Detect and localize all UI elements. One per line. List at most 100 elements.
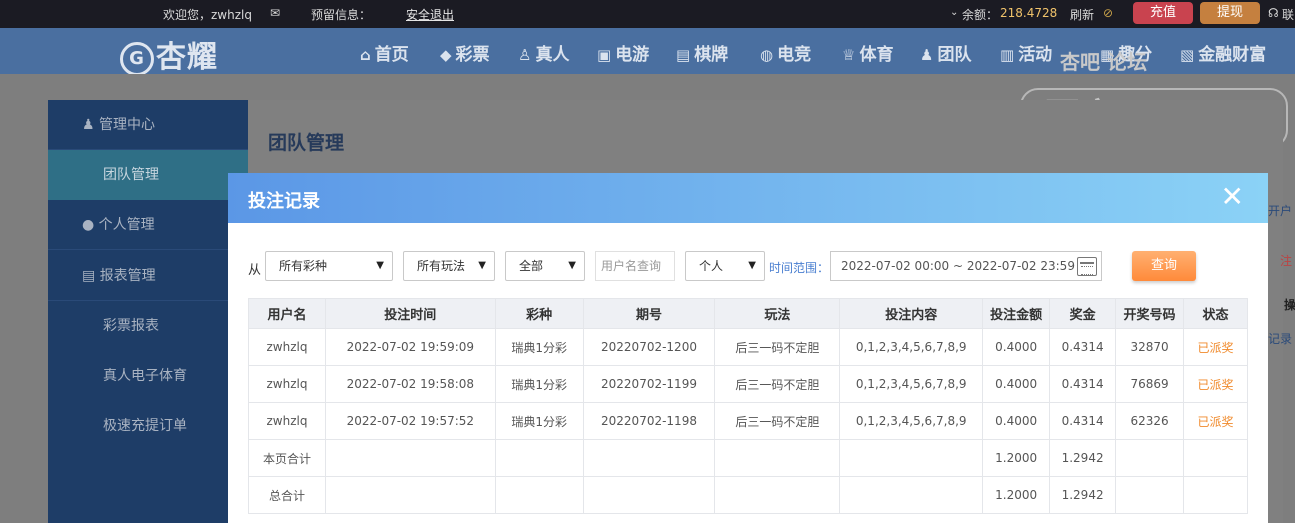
report-icon: ▤ <box>82 268 100 284</box>
nav-team[interactable]: ♟ 团队 <box>920 40 971 65</box>
cell-bet-time: 2022-07-02 19:59:09 <box>324 328 496 366</box>
eye-off-icon[interactable]: ⊘ <box>1103 6 1113 20</box>
cell-content: 0,1,2,3,4,5,6,7,8,9 <box>839 328 984 366</box>
cell-issue: 20220702-1198 <box>582 402 716 440</box>
cell-play: 后三一码不定胆 <box>714 328 841 366</box>
chevron-down-icon: ▼ <box>478 260 486 271</box>
chevron-down-icon: ▼ <box>376 260 384 271</box>
cell-content: 0,1,2,3,4,5,6,7,8,9 <box>839 402 984 440</box>
sidebar: ♟ 管理中心 团队管理 ● 个人管理 ▤ 报表管理 彩票报表 真人电子体育 极速… <box>48 100 248 523</box>
sidebar-item-admin-center[interactable]: ♟ 管理中心 <box>48 100 248 150</box>
close-icon[interactable]: ✕ <box>1221 182 1244 212</box>
lottery-select[interactable]: 所有彩种 ▼ <box>265 251 393 281</box>
chevron-down-icon: ▼ <box>568 260 576 271</box>
status-select[interactable]: 全部 ▼ <box>505 251 585 281</box>
cell-username: zwhzlq <box>248 402 326 440</box>
chevron-down-icon[interactable]: ⌄ <box>950 7 958 18</box>
nav-finance[interactable]: ▧ 金融财富 <box>1180 40 1266 65</box>
trophy-icon: ♕ <box>842 46 856 64</box>
chevron-down-icon: ▼ <box>748 260 756 271</box>
refresh-link[interactable]: 刷新 <box>1070 6 1094 23</box>
deposit-button[interactable]: 充值 <box>1133 2 1193 24</box>
top-bar: 欢迎您，zwhzlq ✉ 预留信息： 安全退出 ⌄ 余额： 218.4728 刷… <box>0 0 1295 28</box>
cell-bonus: 0.4314 <box>1049 328 1117 366</box>
col-header[interactable]: 玩法 <box>714 298 841 329</box>
cell-amount: 0.4000 <box>982 402 1051 440</box>
headset-icon[interactable]: ☊ <box>1268 6 1279 20</box>
nav-home[interactable]: ⌂ 首页 <box>360 40 409 65</box>
modal-header: 投注记录 ✕ <box>228 173 1268 223</box>
nav-lottery[interactable]: ◆ 彩票 <box>440 40 490 65</box>
table-row[interactable]: zwhzlq 2022-07-02 19:58:08 瑞典1分彩 2022070… <box>248 365 1248 403</box>
col-header[interactable]: 奖金 <box>1049 298 1117 329</box>
cell-draw-number: 32870 <box>1115 328 1185 366</box>
play-select[interactable]: 所有玩法 ▼ <box>403 251 495 281</box>
calendar-icon[interactable] <box>1077 257 1097 276</box>
reserved-info-label: 预留信息： <box>311 8 372 22</box>
cell-lottery: 瑞典1分彩 <box>494 402 584 440</box>
cell-content: 0,1,2,3,4,5,6,7,8,9 <box>839 365 984 403</box>
logout-link[interactable]: 安全退出 <box>406 6 454 23</box>
cell-status: 已派奖 <box>1183 402 1248 440</box>
welcome-text: 欢迎您，zwhzlq <box>163 8 252 22</box>
sidebar-item-personal[interactable]: ● 个人管理 <box>48 200 248 250</box>
cell-sum-amount: 1.2000 <box>982 439 1051 477</box>
withdraw-button[interactable]: 提现 <box>1200 2 1260 24</box>
cell-bet-time: 2022-07-02 19:57:52 <box>324 402 496 440</box>
sidebar-item-fast-orders[interactable]: 极速充提订单 <box>48 401 248 451</box>
sidebar-item-lottery-report[interactable]: 彩票报表 <box>48 301 248 351</box>
cell-bonus: 0.4314 <box>1049 402 1117 440</box>
modal-title: 投注记录 <box>248 191 320 212</box>
col-header[interactable]: 开奖号码 <box>1115 298 1185 329</box>
mail-icon[interactable]: ✉ <box>270 6 280 20</box>
nav-slot[interactable]: ▣ 电游 <box>597 40 649 65</box>
col-header[interactable]: 用户名 <box>248 298 326 329</box>
home-icon: ⌂ <box>360 46 371 64</box>
page-title: 团队管理 <box>268 132 345 154</box>
cell-sum-bonus: 1.2942 <box>1049 439 1117 477</box>
cell-issue: 20220702-1199 <box>582 365 716 403</box>
cards-icon: ▤ <box>676 46 691 64</box>
balance-value: 218.4728 <box>1000 6 1058 20</box>
cell-sum-label: 总合计 <box>248 476 326 514</box>
peek-text-3: 操 <box>1284 298 1295 312</box>
live-icon: ♙ <box>518 46 532 64</box>
service-link[interactable]: 联 <box>1282 6 1294 23</box>
sidebar-item-team-management[interactable]: 团队管理 <box>48 150 248 200</box>
cell-lottery: 瑞典1分彩 <box>494 365 584 403</box>
sidebar-item-reports[interactable]: ▤ 报表管理 <box>48 251 248 301</box>
col-header[interactable]: 彩种 <box>494 298 584 329</box>
col-header[interactable]: 投注内容 <box>839 298 984 329</box>
table-row[interactable]: zwhzlq 2022-07-02 19:57:52 瑞典1分彩 2022070… <box>248 402 1248 440</box>
cell-amount: 0.4000 <box>982 365 1051 403</box>
cell-username: zwhzlq <box>248 365 326 403</box>
team-icon: ♟ <box>920 46 934 64</box>
nav-sports[interactable]: ♕ 体育 <box>842 40 893 65</box>
nav-cards[interactable]: ▤ 棋牌 <box>676 40 728 65</box>
cell-issue: 20220702-1200 <box>582 328 716 366</box>
user-icon: ● <box>82 217 99 233</box>
peek-text-4: 记录 <box>1268 332 1293 346</box>
gamepad-icon: ◍ <box>760 46 774 64</box>
col-header[interactable]: 状态 <box>1183 298 1248 329</box>
col-header[interactable]: 投注时间 <box>324 298 496 329</box>
logo[interactable]: G 杏耀 <box>120 32 218 76</box>
cell-status: 已派奖 <box>1183 365 1248 403</box>
table-header-row: 用户名 投注时间 彩种 期号 玩法 投注内容 投注金额 奖金 开奖号码 状态 <box>248 298 1248 329</box>
table-row[interactable]: zwhzlq 2022-07-02 19:59:09 瑞典1分彩 2022070… <box>248 328 1248 366</box>
bet-records-modal: 投注记录 ✕ 从 所有彩种 ▼ 所有玩法 ▼ 全部 ▼ 用户名查询 个人 ▼ 时间范围：… <box>228 173 1268 523</box>
col-header[interactable]: 期号 <box>582 298 716 329</box>
date-range-input[interactable]: 2022-07-02 00:00 ~ 2022-07-02 23:59 <box>830 251 1102 281</box>
sidebar-item-live-sports[interactable]: 真人电子体育 <box>48 351 248 401</box>
nav-activity[interactable]: ▥ 活动 <box>1000 40 1052 65</box>
nav-live[interactable]: ♙ 真人 <box>518 40 569 65</box>
peek-text-1: 开户 <box>1268 204 1293 218</box>
cell-status: 已派奖 <box>1183 328 1248 366</box>
time-range-label: 时间范围： <box>769 261 830 275</box>
cell-lottery: 瑞典1分彩 <box>494 328 584 366</box>
scope-select[interactable]: 个人 ▼ <box>685 251 765 281</box>
username-search-input[interactable]: 用户名查询 <box>595 251 675 281</box>
col-header[interactable]: 投注金额 <box>982 298 1051 329</box>
nav-esports[interactable]: ◍ 电竞 <box>760 40 811 65</box>
query-button[interactable]: 查询 <box>1132 251 1196 281</box>
